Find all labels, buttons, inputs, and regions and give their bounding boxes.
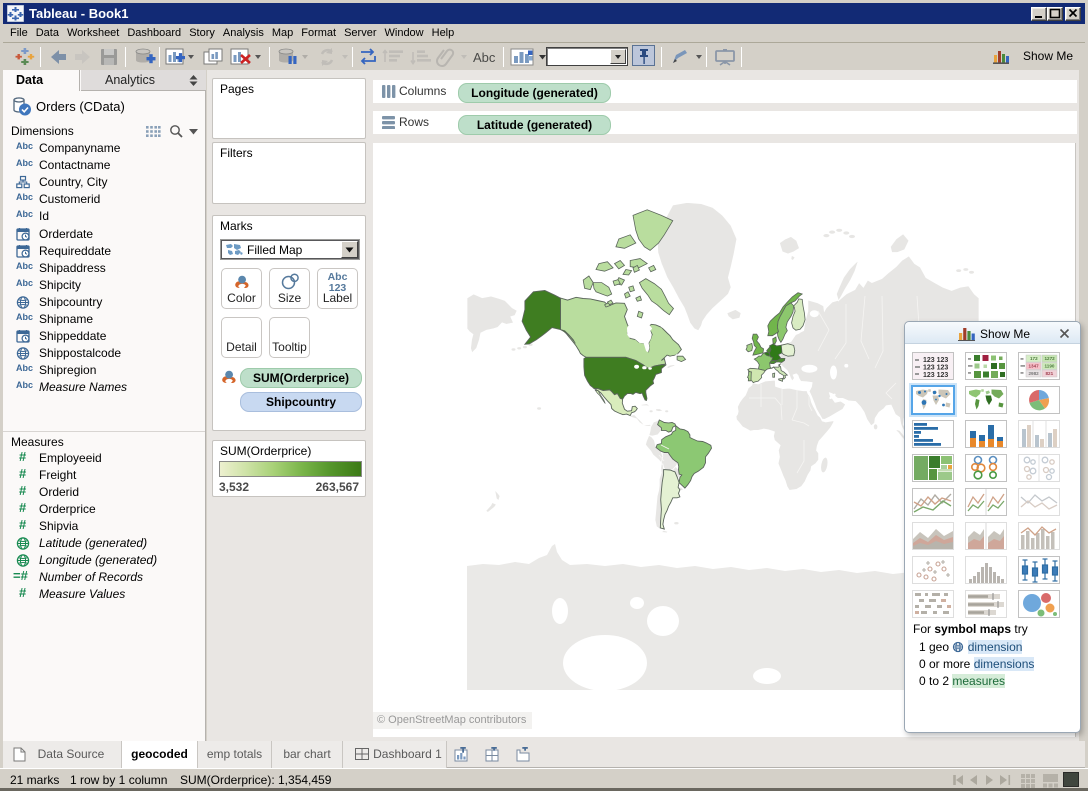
- svg-text:821: 821: [1046, 371, 1054, 376]
- svg-text:123 123: 123 123: [923, 357, 948, 364]
- svg-text:172: 172: [1030, 356, 1038, 361]
- svg-text:1347: 1347: [1029, 364, 1040, 369]
- svg-text:1190: 1190: [1045, 364, 1055, 369]
- svg-text:123 123: 123 123: [923, 372, 948, 379]
- svg-text:123 123: 123 123: [923, 365, 948, 372]
- svg-text:1272: 1272: [1045, 356, 1056, 361]
- svg-text:2982: 2982: [1029, 371, 1040, 376]
